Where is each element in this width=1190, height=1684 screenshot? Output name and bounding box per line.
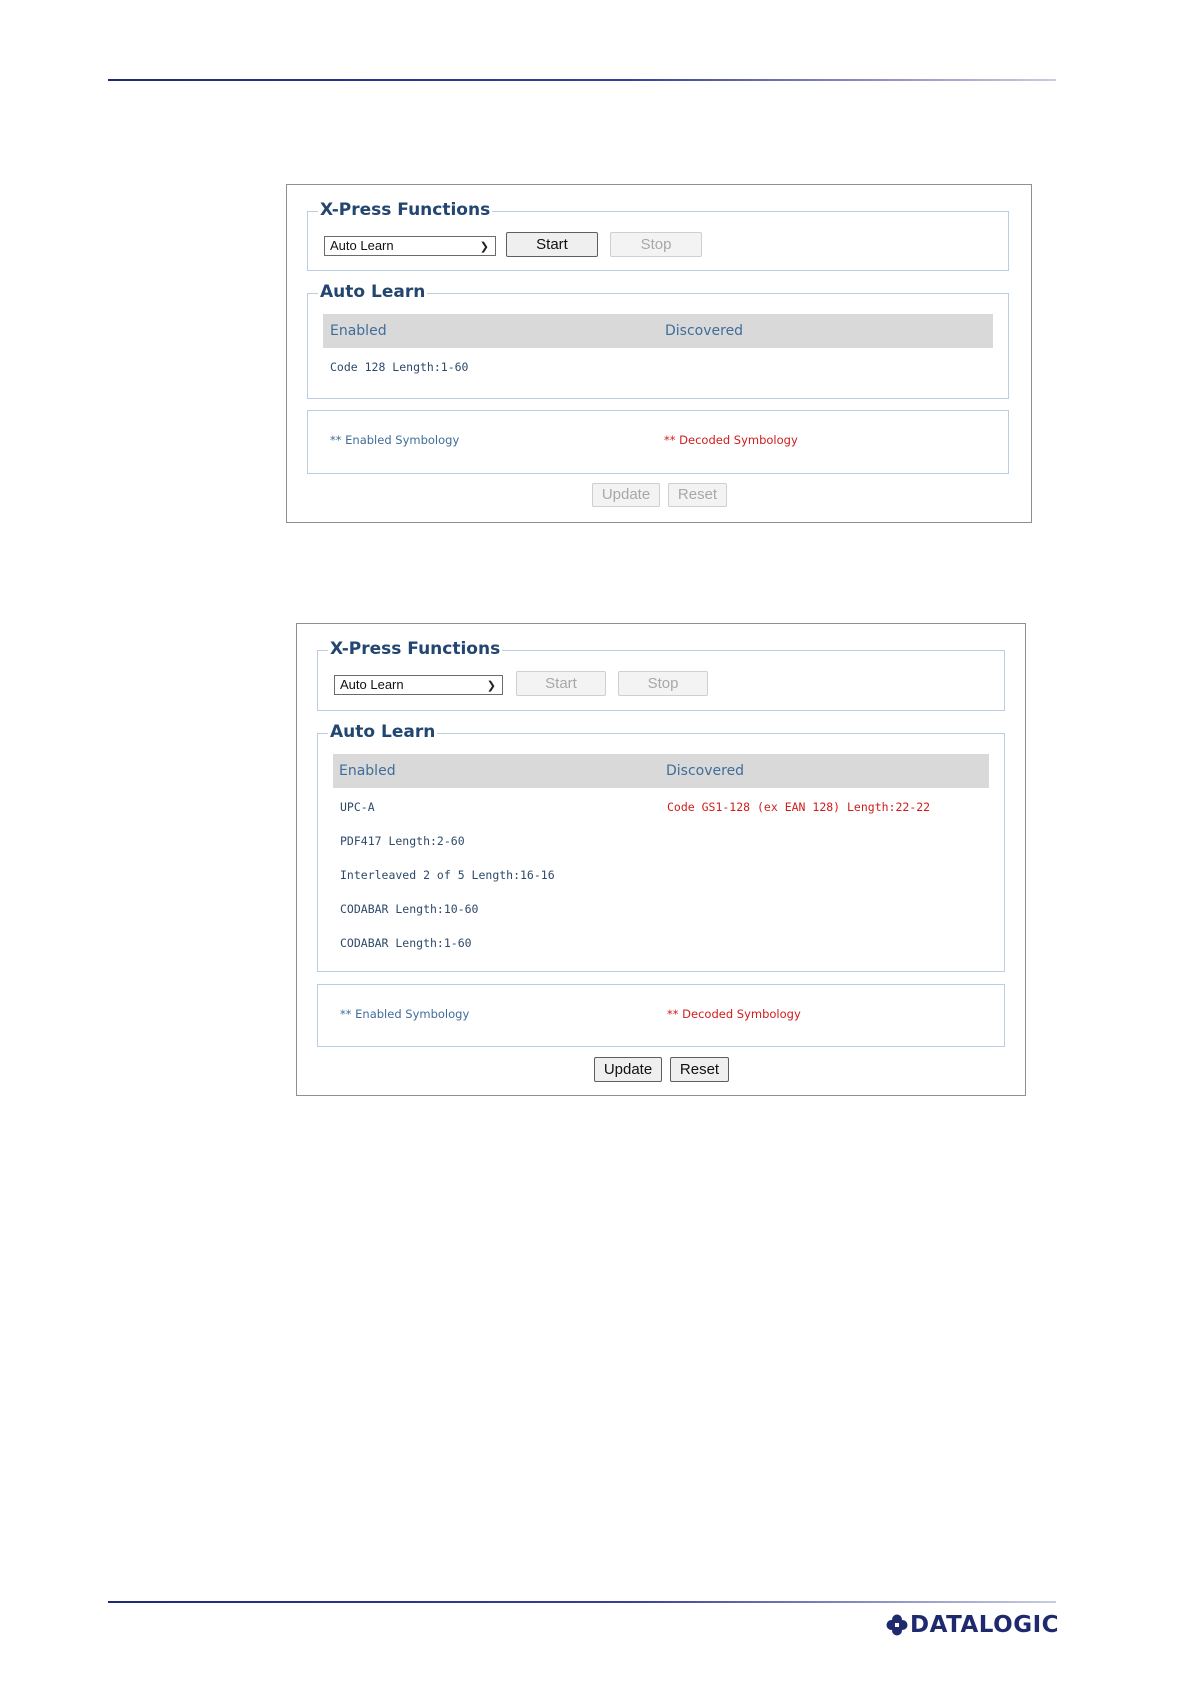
logo-text: DATALOGIC	[910, 1612, 1060, 1638]
update-button[interactable]: Update	[592, 483, 660, 507]
auto-learn-title: Auto Learn	[318, 281, 428, 303]
legend-box: ** Enabled Symbology ** Decoded Symbolog…	[317, 984, 1005, 1047]
chevron-down-icon: ❯	[479, 241, 489, 253]
function-select[interactable]: Auto Learn ❯	[324, 236, 496, 256]
function-select[interactable]: Auto Learn ❯	[334, 675, 503, 695]
enabled-symbology-row: CODABAR Length:10-60	[340, 902, 479, 916]
footer-rule	[108, 1601, 1056, 1603]
function-select-value: Auto Learn	[340, 677, 404, 692]
enabled-symbology-legend: ** Enabled Symbology	[330, 433, 460, 447]
column-discovered: Discovered	[665, 323, 744, 339]
column-discovered: Discovered	[666, 763, 745, 779]
auto-learn-fieldset: Auto Learn Enabled Discovered Code 128 L…	[307, 281, 1009, 399]
enabled-symbology-row: Code 128 Length:1-60	[330, 360, 469, 374]
update-button[interactable]: Update	[594, 1057, 662, 1082]
xpress-functions-fieldset: X-Press Functions Auto Learn ❯ Start Sto…	[307, 199, 1009, 271]
xpress-functions-title: X-Press Functions	[318, 199, 493, 221]
enabled-symbology-row: UPC-A	[340, 800, 375, 814]
enabled-symbology-row: CODABAR Length:1-60	[340, 936, 472, 950]
decoded-symbology-legend: ** Decoded Symbology	[667, 1007, 801, 1021]
chevron-down-icon: ❯	[486, 680, 496, 692]
xpress-panel-after: X-Press Functions Auto Learn ❯ Start Sto…	[296, 623, 1026, 1096]
reset-button[interactable]: Reset	[670, 1057, 729, 1082]
auto-learn-title: Auto Learn	[328, 721, 438, 743]
legend-box: ** Enabled Symbology ** Decoded Symbolog…	[307, 410, 1009, 474]
stop-button[interactable]: Stop	[618, 671, 708, 696]
enabled-symbology-row: PDF417 Length:2-60	[340, 834, 465, 848]
datalogic-clover-icon	[886, 1614, 908, 1636]
discovered-symbology-row: Code GS1-128 (ex EAN 128) Length:22-22	[667, 800, 931, 814]
stop-button[interactable]: Stop	[610, 232, 702, 257]
start-button[interactable]: Start	[506, 232, 598, 257]
xpress-functions-fieldset: X-Press Functions Auto Learn ❯ Start Sto…	[317, 638, 1005, 711]
decoded-symbology-legend: ** Decoded Symbology	[664, 433, 798, 447]
table-header: Enabled Discovered	[323, 314, 993, 348]
column-enabled: Enabled	[330, 323, 387, 339]
reset-button[interactable]: Reset	[668, 483, 727, 507]
xpress-functions-title: X-Press Functions	[328, 638, 503, 660]
function-select-value: Auto Learn	[330, 238, 394, 253]
auto-learn-fieldset: Auto Learn Enabled Discovered UPC-A Code…	[317, 721, 1005, 972]
xpress-panel-before: X-Press Functions Auto Learn ❯ Start Sto…	[286, 184, 1032, 523]
start-button[interactable]: Start	[516, 671, 606, 696]
table-header: Enabled Discovered	[333, 754, 989, 788]
header-rule	[108, 79, 1056, 81]
enabled-symbology-row: Interleaved 2 of 5 Length:16-16	[340, 868, 555, 882]
datalogic-logo: DATALOGIC	[886, 1612, 1059, 1638]
enabled-symbology-legend: ** Enabled Symbology	[340, 1007, 470, 1021]
column-enabled: Enabled	[339, 763, 396, 779]
